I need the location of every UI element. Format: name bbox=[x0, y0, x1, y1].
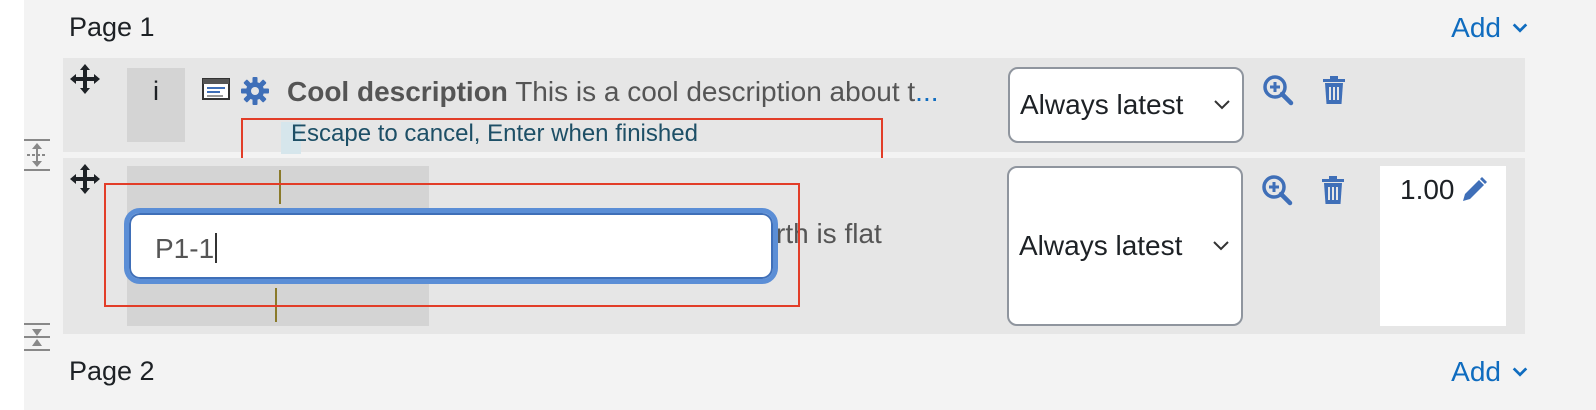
add-label: Add bbox=[1451, 356, 1501, 387]
gear-icon[interactable] bbox=[240, 76, 270, 106]
page-2-header: Page 2 Add bbox=[69, 350, 1529, 390]
question-number: i bbox=[127, 68, 185, 142]
description-name: Cool description bbox=[287, 76, 508, 107]
description-text: Cool description This is a cool descript… bbox=[287, 76, 997, 108]
page-title: Page 2 bbox=[69, 356, 155, 386]
page-break-icon[interactable] bbox=[22, 138, 52, 172]
trash-icon[interactable] bbox=[1317, 174, 1349, 206]
max-mark-box: 1.00 bbox=[1380, 166, 1506, 326]
chevron-down-icon bbox=[1214, 100, 1230, 110]
add-label: Add bbox=[1451, 12, 1501, 43]
chevron-down-icon bbox=[1512, 367, 1528, 377]
max-mark-value: 1.00 bbox=[1400, 174, 1455, 205]
magnifier-plus-icon[interactable] bbox=[1262, 74, 1294, 106]
move-arrows-icon[interactable] bbox=[68, 62, 102, 96]
description-ellipsis: ... bbox=[915, 76, 939, 107]
chevron-down-icon bbox=[1213, 241, 1229, 251]
description-body: This is a cool description about t bbox=[515, 76, 916, 107]
pencil-icon[interactable] bbox=[1460, 176, 1488, 204]
version-select-value: Always latest bbox=[1019, 230, 1183, 261]
version-select[interactable]: Always latest bbox=[1007, 166, 1243, 326]
move-arrows-icon[interactable] bbox=[68, 162, 102, 196]
page-break-icon[interactable] bbox=[22, 322, 52, 352]
page-title: Page 1 bbox=[69, 12, 155, 42]
description-type-icon bbox=[202, 78, 230, 100]
version-select-value: Always latest bbox=[1020, 89, 1184, 120]
add-menu-link[interactable]: Add bbox=[1451, 12, 1529, 44]
version-select[interactable]: Always latest bbox=[1008, 67, 1244, 143]
trash-icon[interactable] bbox=[1318, 74, 1350, 106]
chevron-down-icon bbox=[1512, 23, 1528, 33]
page-1-header: Page 1 Add bbox=[69, 6, 1529, 46]
magnifier-plus-icon[interactable] bbox=[1261, 174, 1293, 206]
add-menu-link[interactable]: Add bbox=[1451, 356, 1529, 388]
input-highlight-box bbox=[104, 183, 800, 307]
